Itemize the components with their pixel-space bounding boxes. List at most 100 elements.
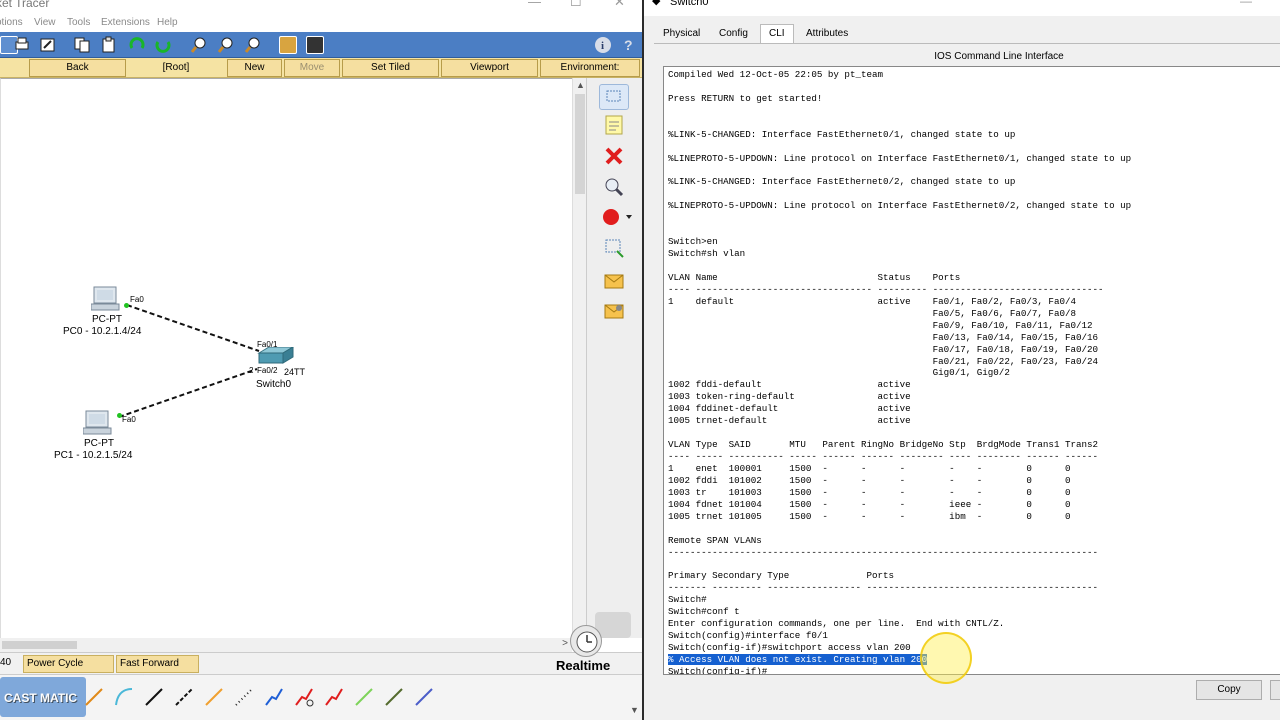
viewport-button[interactable]: Viewport — [441, 59, 538, 77]
tab-cli[interactable]: CLI — [760, 24, 794, 44]
scroll-thumb[interactable] — [575, 94, 585, 194]
fast-forward-time-button[interactable]: Fast Forward Time — [116, 655, 199, 685]
serial-dce-cable-icon[interactable] — [292, 685, 316, 709]
iot-custom-cable-icon[interactable] — [382, 685, 406, 709]
tab-config[interactable]: Config — [710, 24, 757, 44]
cli-output[interactable]: Compiled Wed 12-Oct-05 22:05 by pt_team … — [668, 69, 1132, 674]
copy-button[interactable]: Copy — [1196, 680, 1262, 700]
paste-icon[interactable] — [100, 36, 118, 54]
menu-bar: otions View Tools Extensions Help — [0, 14, 642, 32]
power-cycle-devices-button[interactable]: Power Cycle Devices — [23, 655, 114, 685]
cli-line: 1003 tr 101003 1500 - - - - - 0 0 — [668, 486, 1071, 498]
add-complex-pdu-icon[interactable] — [603, 300, 625, 322]
help-icon[interactable]: ? — [620, 36, 638, 54]
switch-window-icon: ◆ — [652, 0, 661, 7]
cli-line: Fa0/9, Fa0/10, Fa0/11, Fa0/12 — [668, 319, 1093, 331]
cli-line: 1002 fddi 101002 1500 - - - - - 0 0 — [668, 474, 1071, 486]
logical-workspace[interactable]: Fa0 PC-PT PC0 - 10.2.1.4/24 Fa0 PC-PT PC… — [0, 78, 572, 638]
minimize-icon[interactable]: — — [528, 0, 541, 9]
cli-line — [668, 523, 1131, 535]
cli-line: Remote SPAN VLANs — [668, 534, 762, 546]
redo-icon[interactable] — [154, 36, 172, 54]
pc1-type-label: PC-PT — [84, 438, 114, 449]
cli-line: Primary Secondary Type Ports — [668, 570, 895, 582]
undo-icon[interactable] — [128, 36, 146, 54]
cli-line — [668, 212, 1131, 224]
console-cable-icon[interactable] — [112, 685, 136, 709]
delete-tool-icon[interactable] — [603, 145, 625, 167]
add-simple-pdu-icon[interactable] — [603, 270, 625, 292]
close-icon[interactable]: ✕ — [614, 0, 625, 10]
tab-attributes[interactable]: Attributes — [797, 24, 857, 44]
note-tool-icon[interactable] — [603, 114, 625, 136]
menu-tools[interactable]: Tools — [67, 17, 90, 28]
draw-ellipse-tool-icon[interactable] — [603, 206, 632, 228]
cli-line: %LINEPROTO-5-UPDOWN: Line protocol on In… — [668, 152, 1132, 164]
cli-line: %LINK-5-CHANGED: Interface FastEthernet0… — [668, 128, 1016, 140]
copy-icon[interactable] — [73, 36, 91, 54]
minimize-icon[interactable]: — — [1240, 0, 1252, 8]
set-tiled-background-button[interactable]: Set Tiled Background — [342, 59, 439, 89]
scroll-up-icon[interactable]: ▲ — [576, 80, 585, 90]
link-pc1-switch[interactable] — [118, 368, 258, 418]
realtime-clock-icon[interactable] — [570, 625, 602, 657]
menu-view[interactable]: View — [34, 17, 56, 28]
pc0-node[interactable] — [90, 285, 121, 313]
elapsed-time-label: 40 — [0, 657, 12, 668]
paste-button[interactable] — [1270, 680, 1280, 700]
environment-button[interactable]: Environment: 03:30:00 — [540, 59, 640, 89]
menu-options[interactable]: otions — [0, 17, 23, 28]
usb-cable-icon[interactable] — [412, 685, 436, 709]
move-object-button[interactable]: Move Object — [284, 59, 340, 89]
cli-console[interactable]: Compiled Wed 12-Oct-05 22:05 by pt_team … — [663, 66, 1280, 675]
switch0-window: ◆ Switch0 — Physical Config CLI Attribut… — [642, 0, 1280, 720]
zoom-in-icon[interactable] — [190, 36, 208, 54]
octal-cable-icon[interactable] — [352, 685, 376, 709]
zoom-out-icon[interactable] — [244, 36, 262, 54]
back-button[interactable]: Back — [29, 59, 126, 77]
info-icon[interactable]: i — [594, 36, 612, 54]
resize-shape-tool-icon[interactable] — [603, 237, 625, 259]
pc1-node[interactable] — [82, 409, 113, 437]
svg-text:?: ? — [624, 37, 633, 53]
connection-auto-icon[interactable] — [82, 685, 106, 709]
switch0-node[interactable] — [255, 346, 295, 367]
workspace-vertical-scrollbar[interactable]: ▲ — [572, 78, 586, 638]
cli-line: Switch(config-if)#switchport access vlan… — [668, 642, 911, 653]
scroll-right-icon[interactable]: > — [562, 638, 568, 649]
cli-prompt-line[interactable]: Switch(config-if)# — [668, 666, 1131, 674]
coaxial-cable-icon[interactable] — [262, 685, 286, 709]
crossover-cable-icon[interactable] — [172, 685, 196, 709]
tab-physical[interactable]: Physical — [654, 24, 709, 44]
menu-help[interactable]: Help — [157, 17, 178, 28]
workspace-horizontal-scrollbar[interactable]: > — [0, 638, 572, 652]
zoom-reset-icon[interactable] — [217, 36, 235, 54]
packet-tracer-window: ket Tracer — ☐ ✕ otions View Tools Exten… — [0, 0, 642, 720]
select-tool-icon[interactable] — [599, 84, 629, 110]
scroll-down-icon[interactable]: ▼ — [630, 705, 639, 715]
cli-line: 1 enet 100001 1500 - - - - - 0 0 — [668, 462, 1071, 474]
link-pc0-switch[interactable] — [126, 304, 260, 352]
straight-through-cable-icon[interactable] — [142, 685, 166, 709]
custom-device-icon[interactable] — [306, 36, 324, 54]
serial-dte-cable-icon[interactable] — [322, 685, 346, 709]
inspect-tool-icon[interactable] — [603, 176, 625, 198]
cli-line — [668, 224, 1131, 236]
realtime-mode-label[interactable]: Realtime — [556, 658, 610, 673]
cli-line: 1005 trnet-default active — [668, 415, 911, 427]
cli-line: Switch(config)#interface f0/1 — [668, 630, 828, 642]
titlebar: ket Tracer — ☐ ✕ — [0, 0, 642, 14]
maximize-icon[interactable]: ☐ — [570, 0, 582, 10]
phone-cable-icon[interactable] — [232, 685, 256, 709]
new-cluster-button[interactable]: New Cluster — [227, 59, 282, 89]
cli-highlighted-line[interactable]: % Access VLAN does not exist. Creating v… — [668, 653, 1131, 666]
cli-line: Fa0/13, Fa0/14, Fa0/15, Fa0/16 — [668, 331, 1099, 343]
print-icon[interactable] — [13, 36, 31, 54]
pc1-name-label: PC1 - 10.2.1.5/24 — [54, 450, 133, 461]
time-control-bar: 40 Power Cycle Devices Fast Forward Time… — [0, 625, 642, 685]
menu-extensions[interactable]: Extensions — [101, 17, 150, 28]
fiber-cable-icon[interactable] — [202, 685, 226, 709]
scroll-thumb[interactable] — [2, 641, 77, 649]
palette-icon[interactable] — [279, 36, 297, 54]
activity-wizard-icon[interactable] — [39, 36, 57, 54]
